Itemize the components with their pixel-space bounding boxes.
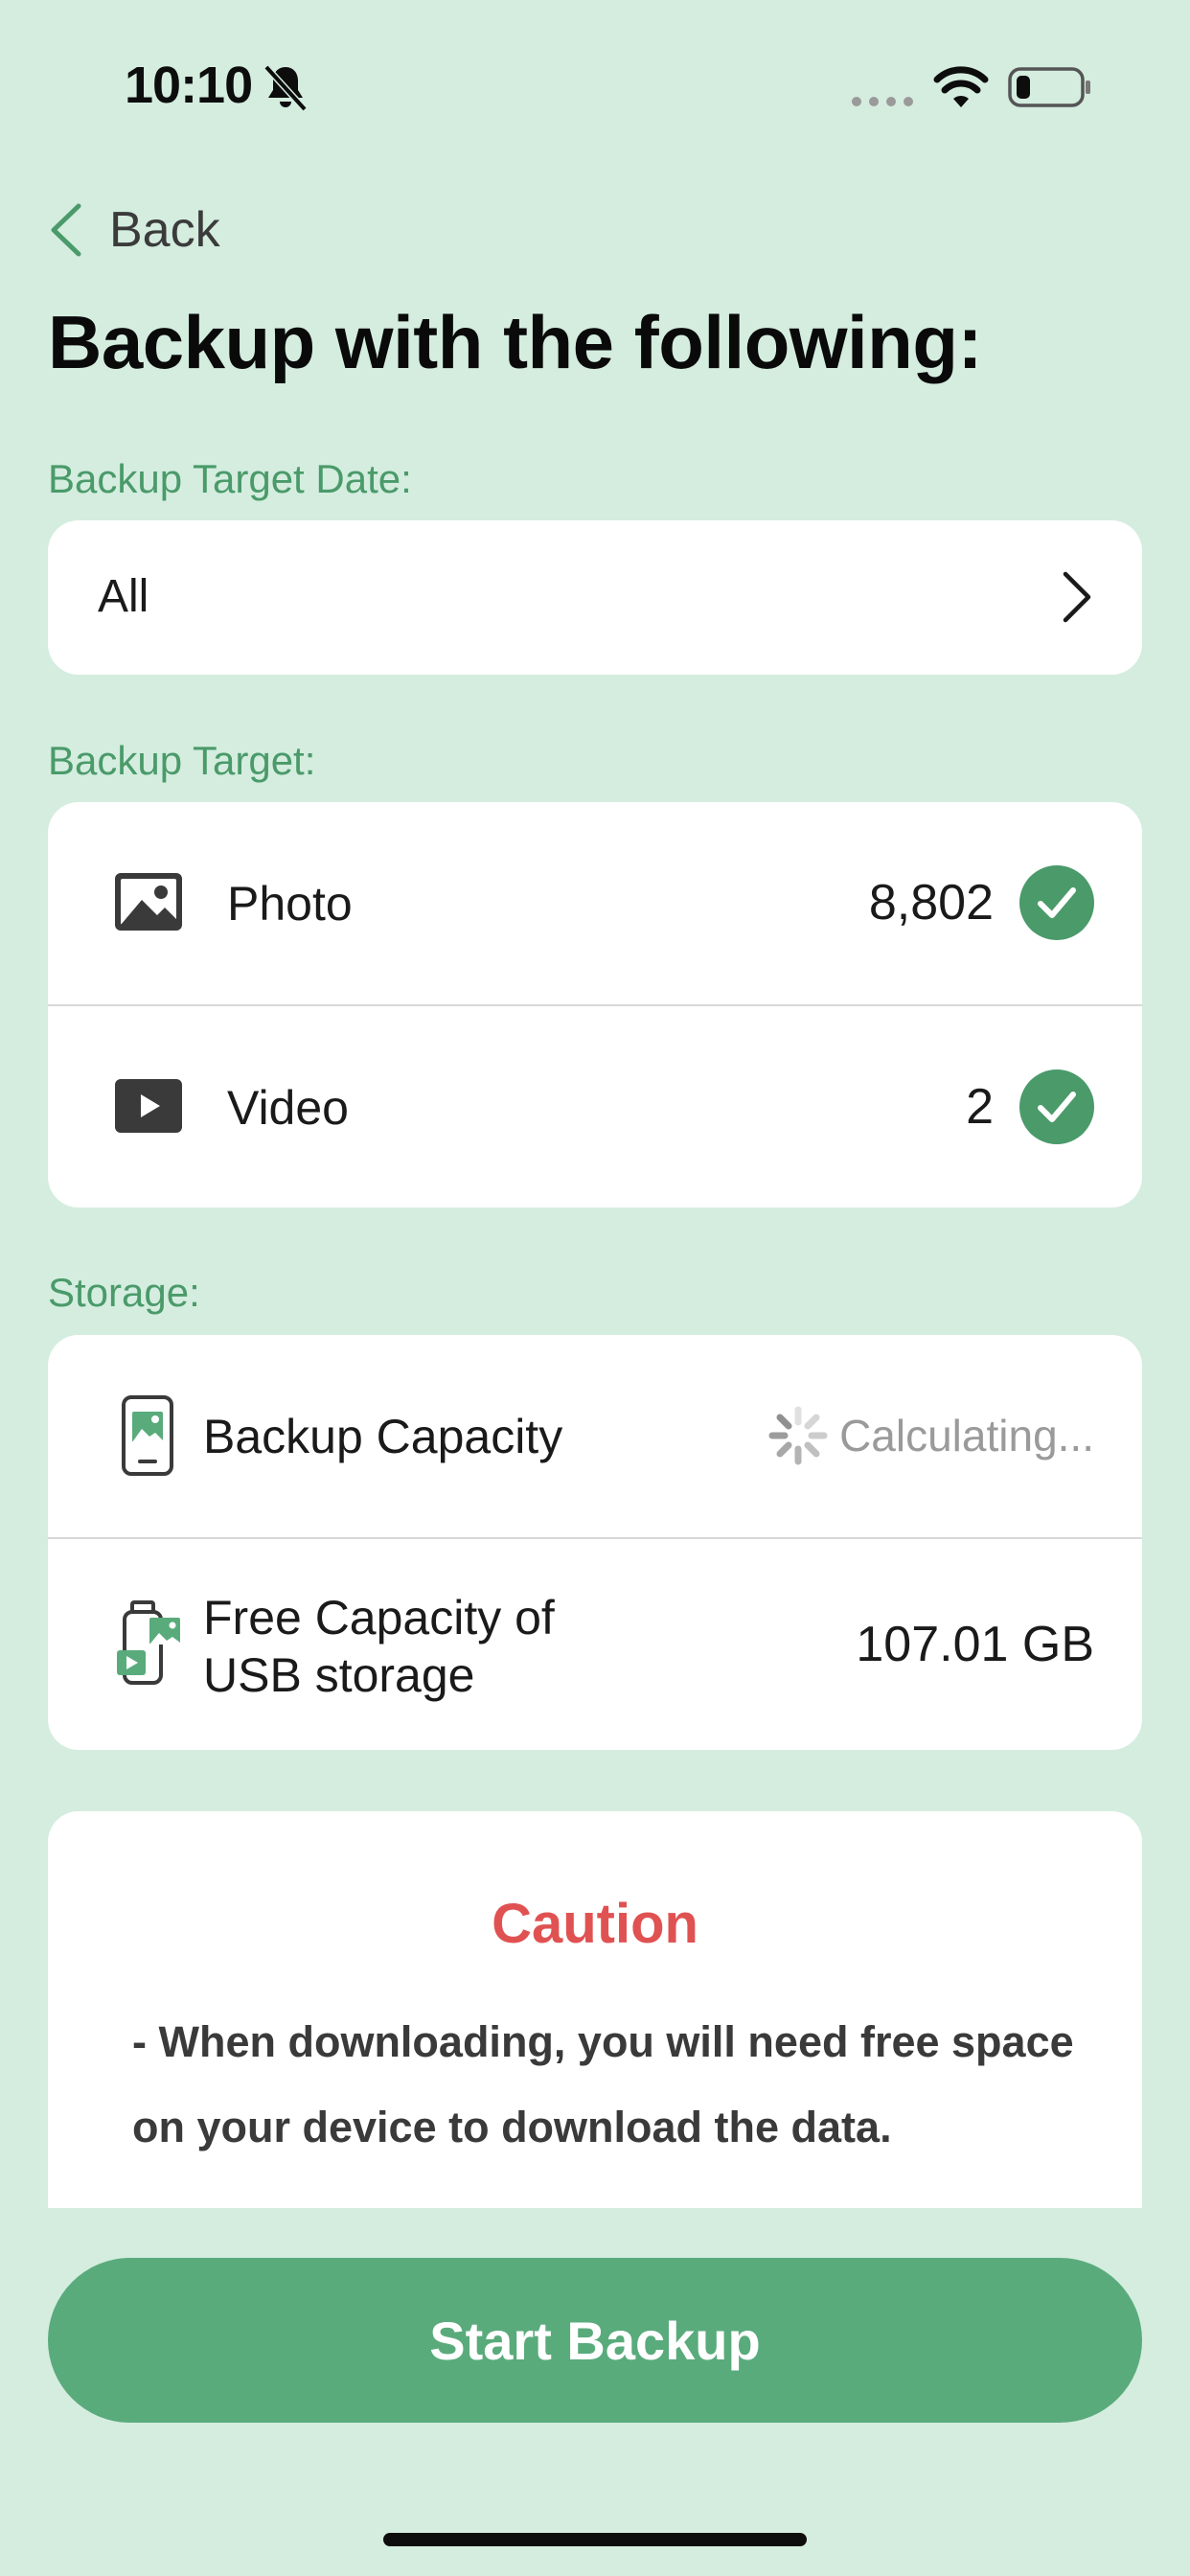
- caution-text: - When downloading, you will need free s…: [132, 2017, 1074, 2151]
- backup-target-card: Photo 8,802 Video 2: [48, 802, 1142, 1208]
- caution-title: Caution: [492, 1893, 698, 1955]
- video-label: Video: [227, 1081, 349, 1135]
- storage-label: Storage:: [48, 1270, 200, 1315]
- backup-capacity-row: Backup Capacity Calculating...: [48, 1335, 1142, 1537]
- video-count: 2: [966, 1079, 994, 1135]
- photo-label: Photo: [227, 877, 353, 931]
- chevron-right-icon: [1063, 571, 1091, 623]
- backup-target-label: Backup Target:: [48, 738, 316, 783]
- video-icon: [115, 1079, 182, 1133]
- caution-card: Caution - When downloading, you will nee…: [48, 1811, 1142, 2208]
- photo-icon: [115, 873, 182, 931]
- start-backup-label: Start Backup: [429, 2310, 761, 2371]
- photo-row[interactable]: Photo 8,802: [48, 802, 1142, 1004]
- video-row[interactable]: Video 2: [48, 1006, 1142, 1208]
- backup-capacity-value: Calculating...: [839, 1411, 1094, 1460]
- free-capacity-label: Free Capacity of USB storage: [203, 1591, 555, 1702]
- battery-icon: [1008, 67, 1090, 107]
- signal-icon: [852, 97, 913, 106]
- free-capacity-row: Free Capacity of USB storage 107.01 GB: [48, 1539, 1142, 1750]
- usb-storage-icon: [117, 1600, 180, 1685]
- home-indicator[interactable]: [383, 2533, 807, 2546]
- wifi-icon: [933, 66, 989, 107]
- photo-check-icon[interactable]: [1019, 865, 1094, 940]
- bell-slash-icon: [263, 64, 308, 112]
- storage-card: Backup Capacity Calculating... Free Capa…: [48, 1335, 1142, 1750]
- target-date-value: All: [98, 571, 149, 622]
- target-date-label: Backup Target Date:: [48, 456, 412, 501]
- free-capacity-value: 107.01 GB: [856, 1617, 1094, 1672]
- photo-count: 8,802: [868, 875, 994, 931]
- phone-icon: [122, 1395, 173, 1476]
- back-button[interactable]: Back: [48, 192, 220, 268]
- loading-spinner-icon: [768, 1406, 828, 1465]
- backup-capacity-label: Backup Capacity: [203, 1410, 563, 1463]
- video-check-icon[interactable]: [1019, 1070, 1094, 1144]
- chevron-left-icon: [51, 203, 81, 257]
- start-backup-button[interactable]: Start Backup: [48, 2258, 1142, 2423]
- page-title: Backup with the following:: [48, 300, 982, 384]
- status-time: 10:10: [125, 57, 253, 114]
- target-date-selector[interactable]: All: [48, 520, 1142, 675]
- back-label: Back: [109, 202, 220, 258]
